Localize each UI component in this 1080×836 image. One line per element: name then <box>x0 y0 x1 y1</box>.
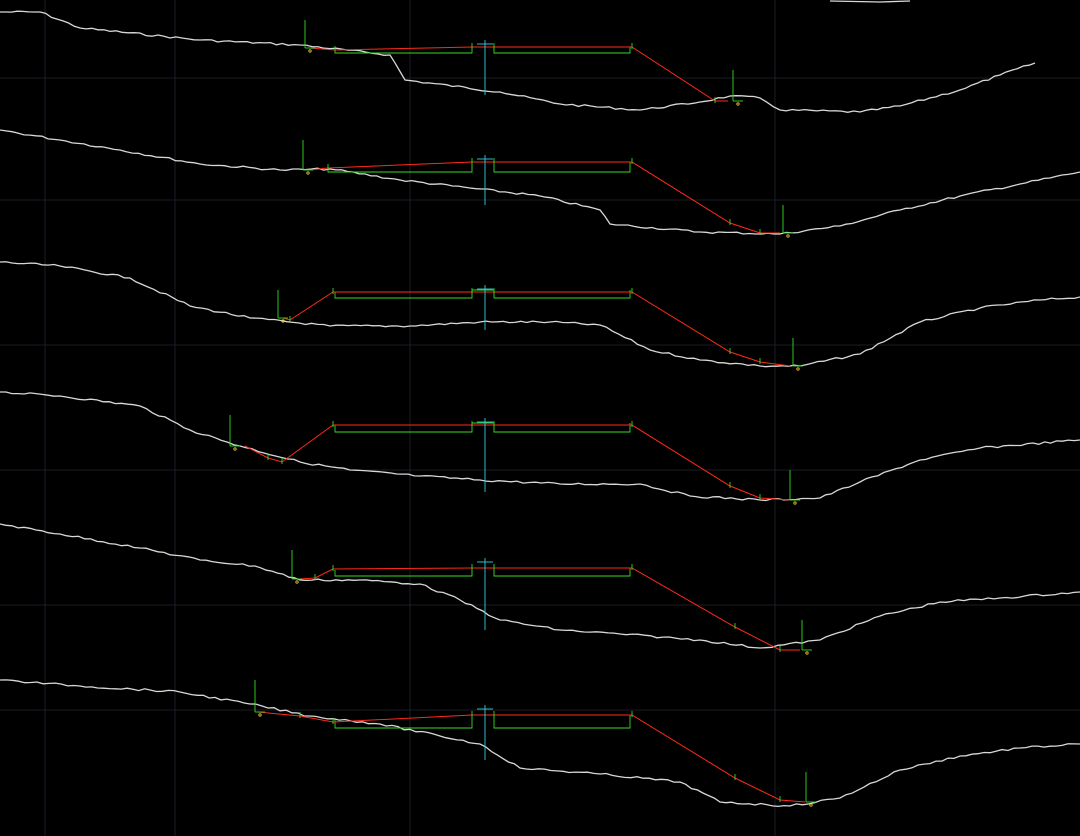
subgrade-line <box>334 289 631 299</box>
design-profile-line <box>282 291 791 367</box>
subgrade-line <box>327 161 631 173</box>
natural-ground-line <box>829 0 911 3</box>
stake-marker <box>736 102 740 106</box>
stake-marker <box>233 447 237 451</box>
stake-marker <box>295 580 299 584</box>
natural-ground-line <box>0 523 1080 649</box>
drawing-grid <box>0 0 1080 836</box>
natural-ground-line <box>0 261 1080 368</box>
stake-marker <box>805 651 809 655</box>
cross-section-4 <box>0 391 1080 505</box>
stake-marker <box>809 803 813 807</box>
cross-section-6 <box>0 679 1080 808</box>
natural-ground-line <box>0 679 1080 808</box>
natural-ground-line <box>0 10 1036 113</box>
stake-marker <box>258 713 262 717</box>
stake-marker <box>786 234 790 238</box>
natural-ground-line <box>0 391 1080 502</box>
cross-section-drawing <box>0 0 1080 836</box>
cad-drawing-viewport[interactable] <box>0 0 1080 836</box>
cross-section-3 <box>0 261 1080 371</box>
stake-marker <box>796 367 800 371</box>
cross-section-5 <box>0 523 1080 655</box>
stake-marker <box>306 171 310 175</box>
subgrade-line <box>334 46 631 54</box>
subgrade-line <box>334 567 631 577</box>
design-profile-line <box>244 424 791 501</box>
cross-section-sheet <box>0 0 1080 808</box>
subgrade-line <box>334 422 631 433</box>
stake-marker <box>308 49 312 53</box>
subgrade-line <box>334 714 631 729</box>
stake-marker <box>793 501 797 505</box>
design-profile-line <box>309 46 728 102</box>
cross-section-2 <box>0 129 1080 238</box>
cross-section-1 <box>0 10 1036 113</box>
natural-ground-line <box>0 129 1080 235</box>
design-profile-line <box>257 711 806 803</box>
